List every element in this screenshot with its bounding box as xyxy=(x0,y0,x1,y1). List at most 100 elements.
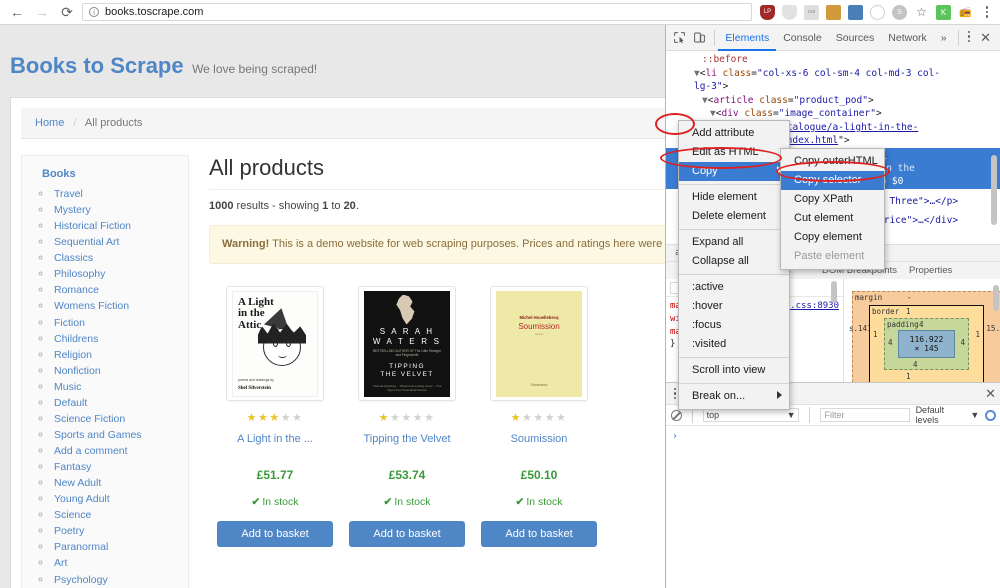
devtools-close-icon[interactable]: ✕ xyxy=(975,30,996,46)
menu-item-hide-element[interactable]: Hide element xyxy=(679,188,789,207)
sidebar-item-art[interactable]: Art xyxy=(52,555,180,571)
devtools-tab-sources[interactable]: Sources xyxy=(829,25,882,51)
site-title[interactable]: Books to Scrape xyxy=(10,53,184,78)
menu-item-expand-all[interactable]: Expand all xyxy=(679,233,789,252)
sidebar-item-fantasy[interactable]: Fantasy xyxy=(52,459,180,475)
box-model-content[interactable]: 116.922 × 145 xyxy=(898,330,955,358)
cast-icon[interactable]: 📻 xyxy=(958,5,973,20)
console-filter-input[interactable]: Filter xyxy=(820,408,910,422)
device-toolbar-icon[interactable] xyxy=(690,27,710,49)
sidebar-item-sequential-art[interactable]: Sequential Art xyxy=(52,234,180,250)
box-model-padding[interactable]: padding 4 4 4 4 116.922 × 145 xyxy=(884,318,969,370)
sidebar-item-poetry[interactable]: Poetry xyxy=(52,523,180,539)
styles-pane-scrollbar[interactable] xyxy=(831,281,837,303)
clock-extension-icon[interactable] xyxy=(870,4,885,20)
sidebar-item-new-adult[interactable]: New Adult xyxy=(52,475,180,491)
menu-item-edit-as-html[interactable]: Edit as HTML xyxy=(679,143,789,162)
console-levels-select[interactable]: Default levels ▼ xyxy=(916,405,980,425)
menu-item--hover[interactable]: :hover xyxy=(679,297,789,316)
menu-item-copy-selector[interactable]: Copy selector xyxy=(781,171,884,190)
screenshot-extension-icon[interactable] xyxy=(848,4,863,20)
address-bar[interactable]: i books.toscrape.com xyxy=(82,3,752,21)
sidebar-item-psychology[interactable]: Psychology xyxy=(52,572,180,588)
dom-tree-line[interactable]: lg-3"> xyxy=(666,80,1000,94)
menu-item-collapse-all[interactable]: Collapse all xyxy=(679,252,789,271)
add-to-basket-button[interactable]: Add to basket xyxy=(217,521,333,548)
sidebar-item-science-fiction[interactable]: Science Fiction xyxy=(52,411,180,427)
dom-tree-line[interactable]: ▼<article class="product_pod"> xyxy=(666,94,1000,108)
keepa-extension-icon[interactable]: K xyxy=(936,4,951,20)
sidebar-item-science[interactable]: Science xyxy=(52,507,180,523)
site-info-icon[interactable]: i xyxy=(89,7,99,17)
forward-arrow-icon[interactable]: → xyxy=(31,1,53,23)
sidebar-item-default[interactable]: Default xyxy=(52,395,180,411)
add-to-basket-button[interactable]: Add to basket xyxy=(481,521,597,548)
element-context-menu[interactable]: Add attribute Edit as HTML Copy Hide elemen… xyxy=(678,120,790,410)
console-context-select[interactable]: top ▼ xyxy=(702,408,800,422)
product-thumbnail[interactable]: Michel Houellebecq Soumission roman Flam… xyxy=(490,286,588,402)
drawer-close-icon[interactable]: ✕ xyxy=(980,386,1000,402)
lastpass-extension-icon[interactable]: LP xyxy=(760,4,775,20)
robot-extension-icon[interactable] xyxy=(826,4,841,20)
sidebar-item-religion[interactable]: Religion xyxy=(52,347,180,363)
devtools-menu-icon[interactable] xyxy=(963,30,976,45)
inspect-element-icon[interactable] xyxy=(670,27,690,49)
box-model-vertical-scrollbar[interactable] xyxy=(993,285,999,311)
sidebar-item-philosophy[interactable]: Philosophy xyxy=(52,266,180,282)
box-model-border[interactable]: border 1 1 1 1 padding 4 4 4 4 116.922 ×… xyxy=(869,305,984,383)
shield-extension-icon[interactable] xyxy=(782,4,797,20)
menu-item--visited[interactable]: :visited xyxy=(679,335,789,354)
menu-item-copy-outerhtml[interactable]: Copy outerHTML xyxy=(781,152,884,171)
dom-tree-scrollbar[interactable] xyxy=(991,155,997,225)
add-to-basket-button[interactable]: Add to basket xyxy=(349,521,465,548)
dom-tree-line[interactable]: ▼<li class="col-xs-6 col-sm-4 col-md-3 c… xyxy=(666,67,1000,81)
menu-item-delete-element[interactable]: Delete element xyxy=(679,207,789,226)
chrome-menu-icon[interactable] xyxy=(980,6,994,18)
sidebar-item-childrens[interactable]: Childrens xyxy=(52,331,180,347)
sidebar-item-mystery[interactable]: Mystery xyxy=(52,202,180,218)
sidebar-item-classics[interactable]: Classics xyxy=(52,250,180,266)
bookmark-star-icon[interactable]: ☆ xyxy=(914,5,929,20)
menu-item-scroll-into-view[interactable]: Scroll into view xyxy=(679,361,789,380)
menu-item-copy-xpath[interactable]: Copy XPath xyxy=(781,190,884,209)
sidebar-item-fiction[interactable]: Fiction xyxy=(52,315,180,331)
breadcrumb-home-link[interactable]: Home xyxy=(35,117,64,129)
sidebar-item-music[interactable]: Music xyxy=(52,379,180,395)
copy-submenu[interactable]: Copy outerHTML Copy selector Copy XPath Cut… xyxy=(780,148,885,270)
product-title-link[interactable]: A Light in the ... xyxy=(209,432,341,446)
skype-extension-icon[interactable]: S xyxy=(892,4,907,20)
sidebar-tab-properties[interactable]: Properties xyxy=(903,265,958,276)
back-arrow-icon[interactable]: ← xyxy=(6,1,28,23)
sidebar-item-paranormal[interactable]: Paranormal xyxy=(52,539,180,555)
dom-tree-line[interactable]: ::before xyxy=(666,53,1000,67)
menu-item-copy[interactable]: Copy xyxy=(679,162,789,181)
css-viewer-extension-icon[interactable]: css xyxy=(804,4,819,20)
clear-console-icon[interactable] xyxy=(671,409,682,421)
devtools-tab-console[interactable]: Console xyxy=(776,25,829,51)
sidebar-item-nonfiction[interactable]: Nonfiction xyxy=(52,363,180,379)
menu-item-add-attribute[interactable]: Add attribute xyxy=(679,124,789,143)
product-thumbnail[interactable]: S A R A H W A T E R S BESTSELLING AUTHOR… xyxy=(358,286,456,402)
console-settings-gear-icon[interactable] xyxy=(985,409,997,421)
console-input-prompt[interactable]: › xyxy=(666,426,1000,447)
sidebar-item-womens-fiction[interactable]: Womens Fiction xyxy=(52,298,180,314)
devtools-tab-elements[interactable]: Elements xyxy=(718,25,777,51)
reload-icon[interactable]: ⟳ xyxy=(56,1,78,23)
sidebar-item-sports-and-games[interactable]: Sports and Games xyxy=(52,427,180,443)
menu-item-break-on[interactable]: Break on... xyxy=(679,387,789,406)
menu-item--focus[interactable]: :focus xyxy=(679,316,789,335)
product-thumbnail[interactable]: A Light in the Attic poems and drawings … xyxy=(226,286,324,402)
sidebar-item-travel[interactable]: Travel xyxy=(52,186,180,202)
devtools-tab-network[interactable]: Network xyxy=(881,25,934,51)
sidebar-item-romance[interactable]: Romance xyxy=(52,282,180,298)
dom-tree-line[interactable]: ▼<div class="image_container"> xyxy=(666,107,1000,121)
sidebar-item-historical-fiction[interactable]: Historical Fiction xyxy=(52,218,180,234)
more-tabs-icon[interactable]: » xyxy=(934,25,954,51)
product-title-link[interactable]: Soumission xyxy=(473,432,605,446)
menu-item-cut-element[interactable]: Cut element xyxy=(781,209,884,228)
menu-item-copy-element[interactable]: Copy element xyxy=(781,228,884,247)
menu-item--active[interactable]: :active xyxy=(679,278,789,297)
sidebar-item-young-adult[interactable]: Young Adult xyxy=(52,491,180,507)
product-title-link[interactable]: Tipping the Velvet xyxy=(341,432,473,446)
sidebar-item-add-a-comment[interactable]: Add a comment xyxy=(52,443,180,459)
